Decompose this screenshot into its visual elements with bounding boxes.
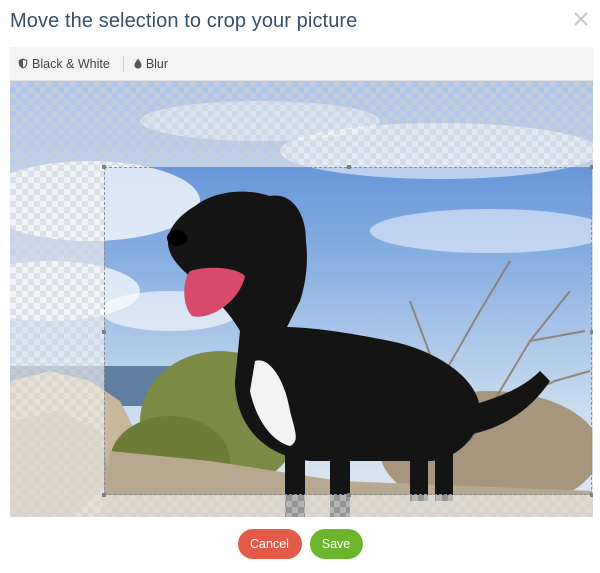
shield-icon: [18, 58, 28, 69]
blur-filter-label: Blur: [145, 56, 169, 71]
dialog-actions: Cancel Save: [0, 529, 600, 559]
crop-handle-middle-left[interactable]: [102, 330, 106, 334]
crop-handle-middle-right[interactable]: [590, 330, 593, 334]
crop-handle-top-middle[interactable]: [347, 165, 351, 169]
crop-handle-top-right[interactable]: [590, 165, 593, 169]
black-white-filter-label: Black & White: [32, 56, 110, 71]
crop-handle-bottom-right[interactable]: [590, 493, 593, 497]
crop-canvas: [10, 81, 593, 517]
dialog-title: Move the selection to crop your picture: [10, 10, 358, 32]
close-icon[interactable]: [572, 10, 590, 28]
filter-toolbar: Black & White Blur: [10, 47, 593, 81]
save-button[interactable]: Save: [309, 529, 363, 559]
toolbar-divider: [122, 55, 124, 72]
black-white-filter-button[interactable]: Black & White: [18, 57, 110, 71]
crop-selection[interactable]: [102, 165, 593, 497]
crop-handle-bottom-middle[interactable]: [347, 493, 351, 497]
droplet-icon: [134, 58, 142, 69]
cancel-button[interactable]: Cancel: [237, 529, 302, 559]
crop-handle-top-left[interactable]: [102, 165, 106, 169]
blur-filter-button[interactable]: Blur: [134, 57, 168, 71]
crop-handle-bottom-left[interactable]: [102, 493, 106, 497]
